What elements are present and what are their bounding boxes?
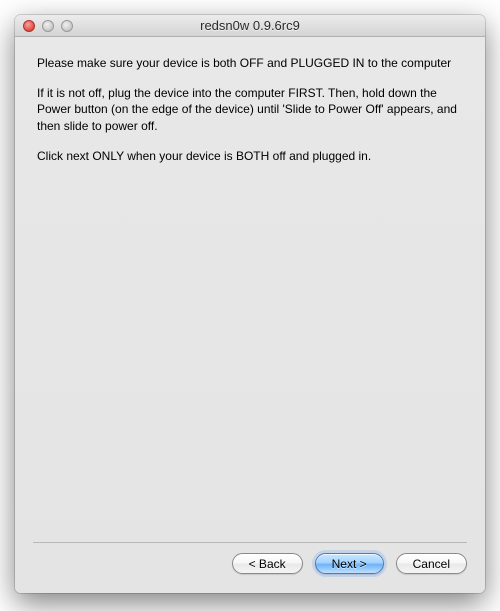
minimize-icon[interactable] [42, 20, 54, 32]
traffic-lights [15, 20, 73, 32]
instruction-text-3: Click next ONLY when your device is BOTH… [37, 148, 463, 164]
content-area: Please make sure your device is both OFF… [15, 37, 485, 542]
cancel-button[interactable]: Cancel [396, 553, 467, 574]
instruction-text-1: Please make sure your device is both OFF… [37, 55, 463, 71]
titlebar[interactable]: redsn0w 0.9.6rc9 [15, 15, 485, 37]
app-window: redsn0w 0.9.6rc9 Please make sure your d… [15, 15, 485, 593]
back-button[interactable]: < Back [232, 553, 303, 574]
zoom-icon[interactable] [61, 20, 73, 32]
instruction-text-2: If it is not off, plug the device into t… [37, 85, 463, 134]
window-title: redsn0w 0.9.6rc9 [15, 18, 485, 33]
button-row: < Back Next > Cancel [15, 543, 485, 588]
next-button[interactable]: Next > [315, 553, 384, 574]
close-icon[interactable] [23, 20, 35, 32]
